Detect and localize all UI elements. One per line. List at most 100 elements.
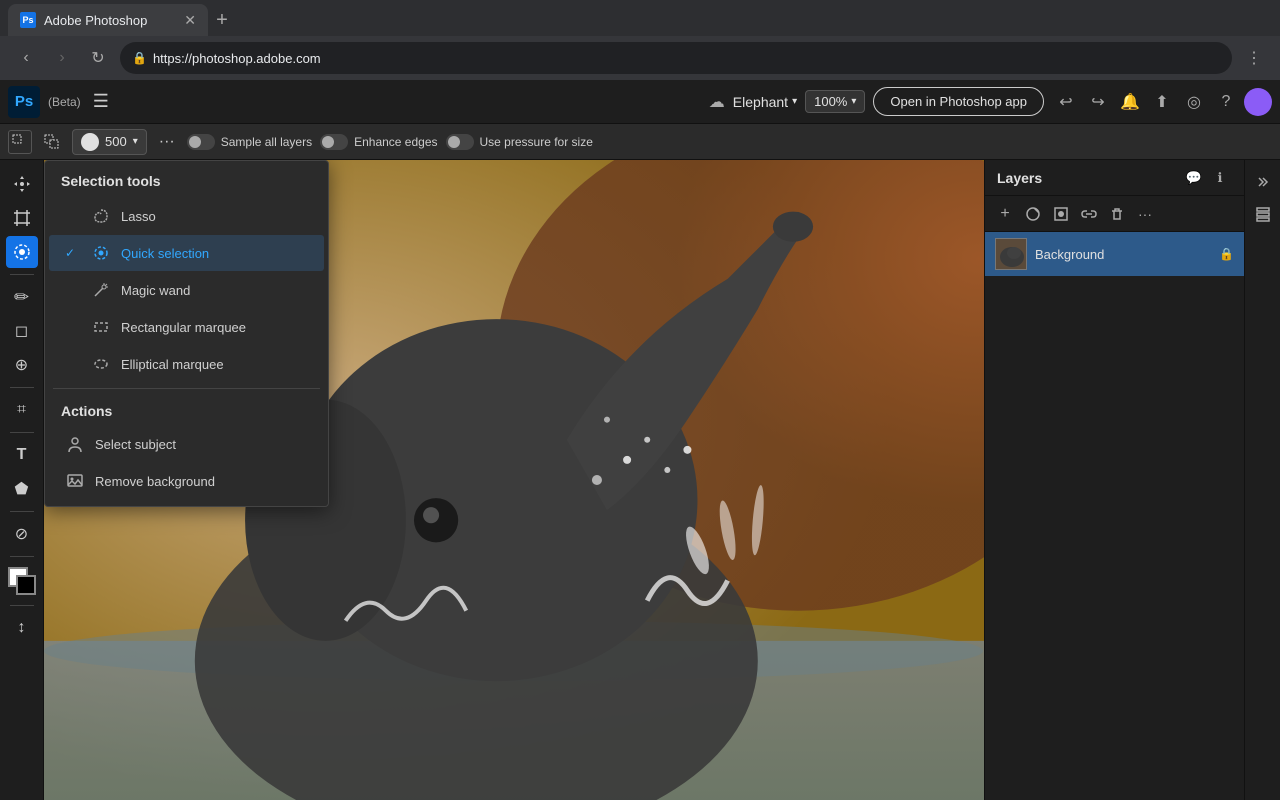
- brush-circle-icon: [81, 133, 99, 151]
- rectangular-marquee-item[interactable]: Rectangular marquee: [49, 309, 324, 345]
- selection-tools-header: Selection tools: [45, 161, 328, 197]
- left-toolbar: ✏ ◻ ⊕ ⌗ T ⬟ ⊘ ↕: [0, 160, 44, 800]
- expand-right-icon[interactable]: [1249, 168, 1277, 196]
- enhance-toggle-switch[interactable]: [320, 134, 348, 150]
- open-in-photoshop-button[interactable]: Open in Photoshop app: [873, 87, 1044, 116]
- quick-selection-icon: [91, 243, 111, 263]
- sample-toggle-switch[interactable]: [187, 134, 215, 150]
- panel-chat-icon[interactable]: 💬: [1182, 166, 1206, 190]
- help-icon[interactable]: ?: [1212, 88, 1240, 116]
- browser-more-button[interactable]: ⋮: [1240, 44, 1268, 72]
- top-bar: Ps (Beta) ☰ ☁ Elephant ▾ 100% ▾ Open in …: [0, 80, 1280, 124]
- select-subject-item[interactable]: Select subject: [49, 426, 324, 462]
- artboard-tool-button[interactable]: [6, 202, 38, 234]
- zoom-control[interactable]: 100% ▾: [805, 90, 865, 113]
- sample-all-layers-toggle[interactable]: Sample all layers: [187, 134, 312, 150]
- elliptical-marquee-item[interactable]: Elliptical marquee: [49, 346, 324, 382]
- layers-toolbar: + ···: [985, 196, 1244, 232]
- add-to-selection-icon[interactable]: [8, 130, 32, 154]
- magic-wand-label: Magic wand: [121, 283, 190, 298]
- address-bar[interactable]: 🔒 https://photoshop.adobe.com: [120, 42, 1232, 74]
- separator3: [10, 432, 34, 433]
- new-tab-button[interactable]: +: [208, 6, 236, 34]
- use-pressure-toggle[interactable]: Use pressure for size: [446, 134, 593, 150]
- magic-wand-icon: [91, 280, 111, 300]
- tab-title: Adobe Photoshop: [44, 13, 147, 28]
- remove-background-item[interactable]: Remove background: [49, 463, 324, 505]
- layer-thumbnail: [995, 238, 1027, 270]
- enhance-edges-label: Enhance edges: [354, 135, 437, 149]
- redo-icon[interactable]: ↪: [1084, 88, 1112, 116]
- layer-name-label: Background: [1035, 247, 1211, 262]
- share-icon[interactable]: ⬆: [1148, 88, 1176, 116]
- browser-nav-bar: ‹ › ↻ 🔒 https://photoshop.adobe.com ⋮: [0, 36, 1280, 80]
- magic-wand-item[interactable]: Magic wand: [49, 272, 324, 308]
- layers-header: Layers 💬 ℹ: [985, 160, 1244, 196]
- remove-background-icon: [65, 471, 85, 491]
- adjust-tool-button[interactable]: ↕: [6, 612, 38, 644]
- adjustment-layer-button[interactable]: [1021, 202, 1045, 226]
- brush-tool-button[interactable]: ✏: [6, 281, 38, 313]
- shape-tool-button[interactable]: ⬟: [6, 473, 38, 505]
- avatar[interactable]: [1244, 88, 1272, 116]
- separator5: [10, 556, 34, 557]
- eyedropper-tool-button[interactable]: ⊘: [6, 518, 38, 550]
- right-panel: Layers 💬 ℹ + ·: [984, 160, 1244, 800]
- type-tool-button[interactable]: T: [6, 439, 38, 471]
- crop-tool-button[interactable]: ⌗: [6, 394, 38, 426]
- layers-panel-icon[interactable]: [1249, 200, 1277, 228]
- discover-icon[interactable]: ◎: [1180, 88, 1208, 116]
- notifications-icon[interactable]: 🔔: [1116, 88, 1144, 116]
- separator6: [10, 605, 34, 606]
- check-icon: ✓: [65, 246, 81, 260]
- options-dots[interactable]: ···: [155, 133, 179, 151]
- lasso-icon: [91, 206, 111, 226]
- move-tool-button[interactable]: [6, 168, 38, 200]
- options-bar: 500 ▾ ··· Sample all layers Enhance edge…: [0, 124, 1280, 160]
- quick-selection-item[interactable]: ✓ Quick selection: [49, 235, 324, 271]
- document-name[interactable]: Elephant ▾: [733, 94, 797, 110]
- beta-label: (Beta): [48, 95, 81, 109]
- quick-selection-active-button[interactable]: [6, 236, 38, 268]
- rect-marquee-icon: [91, 317, 111, 337]
- active-tab[interactable]: Ps Adobe Photoshop ✕: [8, 4, 208, 36]
- main-content: ✏ ◻ ⊕ ⌗ T ⬟ ⊘ ↕: [0, 160, 1280, 800]
- select-subject-icon: [65, 434, 85, 454]
- add-layer-button[interactable]: +: [993, 202, 1017, 226]
- lasso-tool-item[interactable]: Lasso: [49, 198, 324, 234]
- color-indicator[interactable]: [8, 567, 36, 595]
- healing-tool-button[interactable]: ⊕: [6, 349, 38, 381]
- rectangular-marquee-label: Rectangular marquee: [121, 320, 246, 335]
- app-container: Ps (Beta) ☰ ☁ Elephant ▾ 100% ▾ Open in …: [0, 80, 1280, 800]
- actions-header: Actions: [45, 395, 328, 425]
- right-side-icons: [1244, 160, 1280, 800]
- canvas-area: Selection tools Lasso ✓ Quick sele: [44, 160, 984, 800]
- chevron-down-icon: ▾: [792, 96, 797, 107]
- separator4: [10, 511, 34, 512]
- delete-layer-button[interactable]: [1105, 202, 1129, 226]
- chevron-down-icon: ▾: [851, 96, 856, 107]
- hamburger-icon[interactable]: ☰: [89, 87, 113, 116]
- chevron-down-icon: ▾: [133, 136, 138, 147]
- subtract-from-selection-icon[interactable]: [40, 130, 64, 154]
- elliptical-marquee-label: Elliptical marquee: [121, 357, 224, 372]
- link-layer-button[interactable]: [1077, 202, 1101, 226]
- layers-title: Layers: [997, 170, 1182, 186]
- back-button[interactable]: ‹: [12, 44, 40, 72]
- layer-more-button[interactable]: ···: [1133, 202, 1157, 226]
- background-layer-item[interactable]: Background 🔒: [985, 232, 1244, 276]
- url-text: https://photoshop.adobe.com: [153, 51, 321, 66]
- mask-button[interactable]: [1049, 202, 1073, 226]
- enhance-edges-toggle[interactable]: Enhance edges: [320, 134, 437, 150]
- top-bar-icons: ↩ ↪ 🔔 ⬆ ◎ ?: [1052, 88, 1272, 116]
- panel-info-icon[interactable]: ℹ: [1208, 166, 1232, 190]
- eraser-tool-button[interactable]: ◻: [6, 315, 38, 347]
- undo-icon[interactable]: ↩: [1052, 88, 1080, 116]
- tab-close-icon[interactable]: ✕: [184, 12, 196, 29]
- forward-button[interactable]: ›: [48, 44, 76, 72]
- brush-size-control[interactable]: 500 ▾: [72, 129, 147, 155]
- pressure-toggle-switch[interactable]: [446, 134, 474, 150]
- reload-button[interactable]: ↻: [84, 44, 112, 72]
- lock-icon: 🔒: [1219, 247, 1234, 261]
- tab-favicon: Ps: [20, 12, 36, 28]
